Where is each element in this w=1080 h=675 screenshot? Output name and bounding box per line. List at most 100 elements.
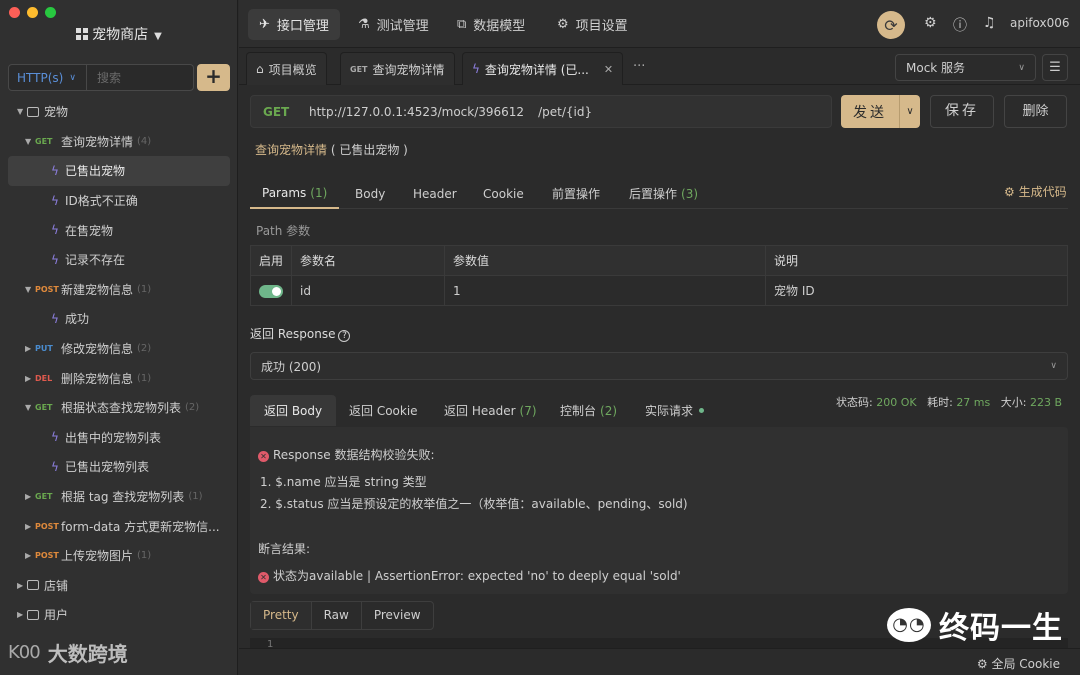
tree-api-item[interactable]: ▶ POST 上传宠物图片 (1)	[0, 541, 238, 571]
chevron-down-icon[interactable]: ∨	[899, 95, 920, 128]
tree-api-item[interactable]: ▶ DEL 删除宠物信息 (1)	[0, 363, 238, 393]
param-value-cell[interactable]: 1	[444, 275, 766, 306]
generate-code-button[interactable]: ⚙ 生成代码	[1004, 183, 1067, 200]
tab-preview[interactable]: Preview	[362, 602, 433, 629]
sidebar-search: HTTP(s) ∨ 搜索	[8, 64, 194, 91]
zoom-window-button[interactable]	[45, 7, 56, 18]
url-bar[interactable]: GET http://127.0.0.1:4523/mock/396612 /p…	[250, 95, 832, 128]
tab-label: 前置操作	[552, 187, 601, 201]
tree-label: 查询宠物详情	[61, 134, 134, 149]
expand-arrow-icon: ▼	[25, 403, 32, 413]
tree-case-item[interactable]: ϟ 已售出宠物列表	[0, 452, 238, 482]
add-button[interactable]: +	[197, 64, 230, 91]
tree-api-item[interactable]: ▶ PUT 修改宠物信息 (2)	[0, 334, 238, 364]
tab-response-body[interactable]: 返回 Body	[250, 395, 337, 426]
tree-api-item[interactable]: ▶ POST form-data 方式更新宠物信...	[0, 511, 238, 541]
param-name-cell[interactable]: id	[291, 275, 445, 306]
tab-header[interactable]: Header	[413, 178, 457, 209]
path-params-label: Path 参数	[256, 224, 311, 238]
project-switcher[interactable]: 宠物商店 ▼	[0, 24, 238, 44]
tab-data-model[interactable]: ⧉ 数据模型	[446, 9, 536, 40]
tree-folder-users[interactable]: ▶ 用户	[0, 600, 238, 630]
tree-case-item[interactable]: ϟ 出售中的宠物列表	[0, 423, 238, 453]
save-button[interactable]: 保存	[930, 95, 994, 128]
tab-body[interactable]: Body	[355, 178, 385, 209]
more-tabs-icon[interactable]: ···	[633, 59, 645, 74]
mock-service-select[interactable]: Mock 服务 ∨	[895, 54, 1036, 81]
tab-raw[interactable]: Raw	[312, 602, 362, 629]
tab-label: Body	[355, 186, 386, 201]
tree-case-item[interactable]: ϟ 成功	[0, 304, 238, 334]
assert-result-text: 状态为available | AssertionError: expected …	[273, 569, 681, 583]
response-select[interactable]: 成功 (200) ∨	[250, 352, 1068, 380]
send-button[interactable]: 发送 ∨	[841, 95, 920, 128]
tab-pretty[interactable]: Pretty	[251, 602, 312, 629]
tree-label: ID格式不正确	[65, 194, 138, 209]
close-window-button[interactable]	[9, 7, 20, 18]
tree-folder-pets[interactable]: ▼ 宠物	[0, 97, 238, 127]
tab-project-settings[interactable]: ⚙ 项目设置	[546, 9, 639, 40]
tree-folder-shop[interactable]: ▶ 店铺	[0, 571, 238, 601]
watermark-right: ◔◔ 终码一生	[887, 603, 1063, 647]
bell-icon[interactable]: ♫	[983, 15, 996, 31]
tab-label: 项目设置	[575, 19, 628, 34]
tree-case-item[interactable]: ϟ ID格式不正确	[0, 186, 238, 216]
collapse-arrow-icon: ▶	[25, 492, 32, 502]
request-path-input[interactable]: /pet/{id}	[538, 105, 592, 119]
top-nav: ✈ 接口管理 ⚗ 测试管理 ⧉ 数据模型 ⚙ 项目设置 ⟳ ⚙ ⓘ ♫ apifox00…	[239, 0, 1080, 48]
close-icon[interactable]: ✕	[604, 63, 613, 76]
grid-icon	[76, 28, 89, 40]
enable-toggle[interactable]	[259, 284, 283, 298]
question-icon[interactable]: ?	[338, 330, 351, 342]
search-input[interactable]: 搜索	[87, 69, 121, 86]
tree-api-item[interactable]: ▼ POST 新建宠物信息 (1)	[0, 275, 238, 305]
case-api-link[interactable]: 查询宠物详情	[255, 143, 327, 157]
tab-response-header[interactable]: 返回 Header (7)	[444, 395, 537, 426]
settings-icon[interactable]: ⚙	[924, 15, 937, 31]
tab-count: (1)	[310, 185, 328, 200]
tree-api-item[interactable]: ▶ GET 根据 tag 查找宠物列表 (1)	[0, 482, 238, 512]
menu-icon[interactable]: ☰	[1042, 54, 1068, 81]
tree-label: 已售出宠物	[65, 164, 126, 179]
delete-button[interactable]: 删除	[1004, 95, 1067, 128]
tab-pre-actions[interactable]: 前置操作	[552, 178, 600, 209]
tree-case-item[interactable]: ϟ 已售出宠物	[8, 156, 230, 186]
tab-test-management[interactable]: ⚗ 测试管理	[347, 9, 440, 40]
tree-api-item[interactable]: ▼ GET 根据状态查找宠物列表 (2)	[0, 393, 238, 423]
tree-label: 用户	[44, 608, 69, 623]
doc-tab-overview[interactable]: ⌂ 项目概览	[246, 52, 327, 85]
tab-count: (7)	[519, 403, 537, 418]
tab-cookie[interactable]: Cookie	[483, 178, 524, 209]
chevron-down-icon: ∨	[1018, 62, 1025, 73]
request-method[interactable]: GET	[263, 105, 309, 119]
method-badge: POST	[35, 551, 59, 561]
tab-label: 后置操作	[629, 187, 678, 201]
help-icon[interactable]: ⓘ	[953, 15, 967, 35]
global-cookie-button[interactable]: ⚙ 全局 Cookie	[977, 655, 1060, 672]
tab-label: 实际请求	[645, 404, 694, 418]
doc-tab-case[interactable]: ϟ 查询宠物详情 (已... ✕	[462, 52, 624, 85]
tree-api-item[interactable]: ▼ GET 查询宠物详情 (4)	[0, 127, 238, 157]
time-value: 27 ms	[956, 396, 991, 409]
minimize-window-button[interactable]	[27, 7, 38, 18]
user-name[interactable]: apifox006	[1010, 16, 1070, 30]
tab-label: 控制台	[560, 404, 597, 418]
param-desc-cell[interactable]: 宠物 ID	[765, 275, 1068, 306]
tab-actual-request[interactable]: 实际请求	[645, 395, 705, 426]
tab-params[interactable]: Params (1)	[250, 178, 340, 209]
tab-label: 查询宠物详情	[372, 62, 445, 77]
view-mode-tabs: Pretty Raw Preview	[250, 601, 434, 630]
tab-console[interactable]: 控制台 (2)	[560, 395, 617, 426]
watermark-left: K00 大数跨境	[8, 638, 128, 667]
sync-icon[interactable]: ⟳	[877, 11, 905, 39]
tab-post-actions[interactable]: 后置操作 (3)	[629, 178, 698, 209]
collapse-arrow-icon: ▶	[25, 344, 32, 354]
tree-case-item[interactable]: ϟ 记录不存在	[0, 245, 238, 275]
main-panel: ✈ 接口管理 ⚗ 测试管理 ⧉ 数据模型 ⚙ 项目设置 ⟳ ⚙ ⓘ ♫ apifox00…	[239, 0, 1080, 675]
tab-api-management[interactable]: ✈ 接口管理	[248, 9, 340, 40]
tree-case-item[interactable]: ϟ 在售宠物	[0, 215, 238, 245]
method-filter-select[interactable]: HTTP(s) ∨	[9, 65, 87, 90]
tab-response-cookie[interactable]: 返回 Cookie	[349, 395, 418, 426]
size-label: 大小:	[1000, 396, 1027, 409]
doc-tab-api[interactable]: GET 查询宠物详情	[340, 52, 455, 85]
